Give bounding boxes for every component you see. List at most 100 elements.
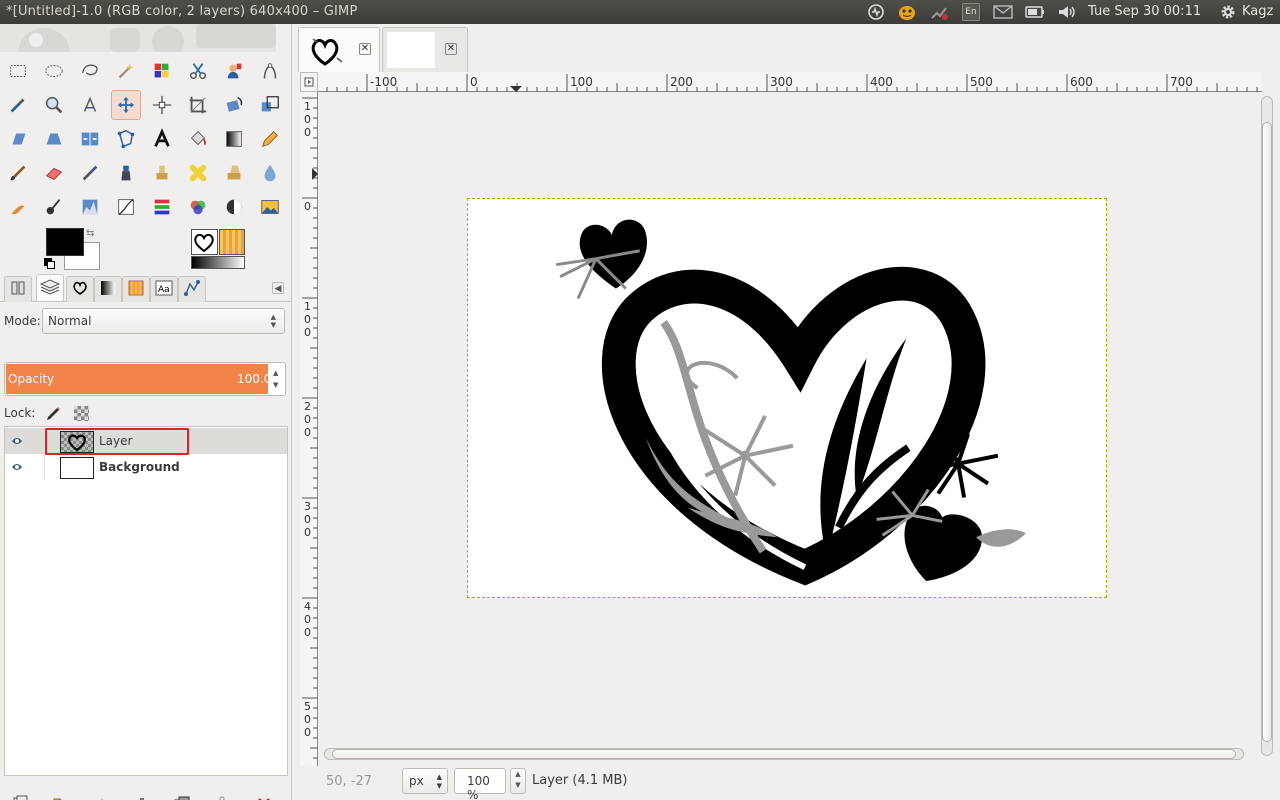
layer-row-background[interactable]: Background	[5, 454, 287, 480]
perspective-tool-icon[interactable]	[39, 124, 69, 154]
measure-tool-icon[interactable]	[75, 90, 105, 120]
levels-tool-icon[interactable]	[75, 192, 105, 222]
dock-tab-paths[interactable]	[94, 276, 122, 302]
pencil-tool-icon[interactable]	[255, 124, 285, 154]
dodge-burn-tool-icon[interactable]	[39, 192, 69, 222]
pidgin-icon[interactable]	[896, 3, 918, 21]
canvas-area[interactable]	[319, 93, 1262, 766]
new-group-icon[interactable]	[50, 792, 74, 800]
threshold-tool-icon[interactable]	[219, 192, 249, 222]
heal-tool-icon[interactable]	[183, 158, 213, 188]
pattern-preview[interactable]	[219, 229, 245, 255]
vertical-scrollbar[interactable]	[1258, 96, 1276, 766]
rect-select-tool-icon[interactable]	[3, 56, 33, 86]
mode-select[interactable]: Normal ▲ ▼	[42, 308, 285, 334]
curves-tool-icon[interactable]	[111, 192, 141, 222]
volume-icon[interactable]	[1056, 3, 1078, 21]
layer-chain-cell[interactable]	[27, 428, 45, 454]
zoom-tool-icon[interactable]	[39, 90, 69, 120]
rotate-tool-icon[interactable]	[219, 90, 249, 120]
image-tab-heart[interactable]: ✕	[298, 27, 380, 72]
smudge-tool-icon[interactable]	[3, 192, 33, 222]
gear-icon[interactable]	[1218, 3, 1238, 21]
clone-tool-icon[interactable]	[147, 158, 177, 188]
zoom-arrows-icon[interactable]: ▲ ▼	[510, 768, 526, 794]
opacity-spin-arrows-icon[interactable]: ▲ ▼	[273, 367, 278, 391]
raise-layer-icon[interactable]	[90, 792, 114, 800]
move-tool-icon[interactable]	[111, 90, 141, 120]
unit-select[interactable]: px ▲ ▼	[402, 768, 448, 794]
gradient-preview[interactable]	[191, 256, 245, 269]
horizontal-scrollbar[interactable]	[318, 746, 1258, 762]
foreground-color-swatch[interactable]	[46, 228, 84, 256]
layer-chain-cell[interactable]	[27, 454, 45, 480]
text-tool-icon[interactable]	[147, 124, 177, 154]
keyboard-icon[interactable]: En	[962, 3, 980, 21]
align-tool-icon[interactable]	[147, 90, 177, 120]
mail-icon[interactable]	[992, 3, 1014, 21]
ink-tool-icon[interactable]	[111, 158, 141, 188]
close-tab-icon[interactable]: ✕	[359, 43, 371, 55]
fuzzy-select-tool-icon[interactable]	[111, 56, 141, 86]
free-select-tool-icon[interactable]	[75, 56, 105, 86]
lock-pixels-icon[interactable]	[44, 404, 62, 425]
paintbrush-tool-icon[interactable]	[3, 158, 33, 188]
dock-tab-gradients[interactable]	[122, 276, 150, 302]
image-tab-blank[interactable]: ✕	[382, 27, 468, 72]
dock-menu-arrow-icon[interactable]: ◀	[272, 282, 284, 294]
bucket-fill-tool-icon[interactable]	[183, 124, 213, 154]
battery-icon[interactable]	[1024, 3, 1046, 21]
select-by-color-tool-icon[interactable]	[147, 56, 177, 86]
paths-tool-icon[interactable]	[255, 56, 285, 86]
network-icon[interactable]	[928, 3, 950, 21]
dock-tab-tool-options[interactable]	[4, 276, 32, 302]
horizontal-scroll-thumb[interactable]	[332, 749, 1236, 759]
image-canvas[interactable]	[467, 198, 1107, 598]
ellipse-select-tool-icon[interactable]	[39, 56, 69, 86]
user-name[interactable]: Kagz	[1242, 4, 1273, 19]
blend-tool-icon[interactable]	[219, 124, 249, 154]
layer-row-layer[interactable]: Layer	[5, 428, 287, 455]
airbrush-tool-icon[interactable]	[75, 158, 105, 188]
dock-tab-patterns[interactable]: Aa	[150, 276, 178, 302]
color-picker-tool-icon[interactable]	[3, 90, 33, 120]
hue-saturation-tool-icon[interactable]	[147, 192, 177, 222]
brush-preview[interactable]	[191, 229, 218, 255]
layer-name[interactable]: Layer	[99, 434, 132, 448]
new-layer-icon[interactable]	[8, 792, 32, 800]
eraser-tool-icon[interactable]	[39, 158, 69, 188]
color-tool-image-tool-icon[interactable]	[255, 192, 285, 222]
swap-colors-icon[interactable]: ⇆	[86, 228, 94, 239]
layer-name[interactable]: Background	[99, 460, 180, 474]
scissors-select-tool-icon[interactable]	[183, 56, 213, 86]
flip-tool-icon[interactable]	[75, 124, 105, 154]
clock[interactable]: Tue Sep 30 00:11	[1088, 4, 1201, 19]
system-monitor-icon[interactable]	[866, 3, 886, 21]
eye-icon[interactable]	[11, 435, 23, 449]
horizontal-ruler[interactable]: -100 0 100 200 300 400 500 600 700	[318, 72, 1262, 92]
default-colors-icon[interactable]	[44, 258, 56, 270]
dock-tab-fonts[interactable]	[178, 276, 206, 302]
dock-tab-channels[interactable]	[66, 276, 94, 302]
delete-layer-icon[interactable]	[252, 792, 276, 800]
zoom-input[interactable]: 100 %	[454, 768, 506, 800]
crop-tool-icon[interactable]	[183, 90, 213, 120]
duplicate-layer-icon[interactable]	[170, 792, 194, 800]
dock-tab-layers[interactable]	[36, 274, 64, 301]
anchor-layer-icon[interactable]	[210, 792, 234, 800]
vertical-ruler[interactable]: 100 0 100 200 300 400 500	[300, 92, 318, 766]
vertical-scroll-thumb[interactable]	[1262, 122, 1272, 742]
shear-tool-icon[interactable]	[3, 124, 33, 154]
scale-tool-icon[interactable]	[255, 90, 285, 120]
lower-layer-icon[interactable]	[130, 792, 154, 800]
cage-transform-tool-icon[interactable]	[111, 124, 141, 154]
opacity-slider[interactable]: Opacity 100.0 ▲ ▼	[4, 362, 286, 396]
foreground-select-tool-icon[interactable]	[219, 56, 249, 86]
color-balance-tool-icon[interactable]	[183, 192, 213, 222]
blur-tool-icon[interactable]	[255, 158, 285, 188]
perspective-clone-tool-icon[interactable]	[219, 158, 249, 188]
lock-alpha-icon[interactable]	[74, 406, 89, 421]
close-tab-icon[interactable]: ✕	[445, 43, 457, 55]
eye-icon[interactable]	[11, 461, 23, 475]
quick-mask-toggle[interactable]	[300, 72, 318, 92]
